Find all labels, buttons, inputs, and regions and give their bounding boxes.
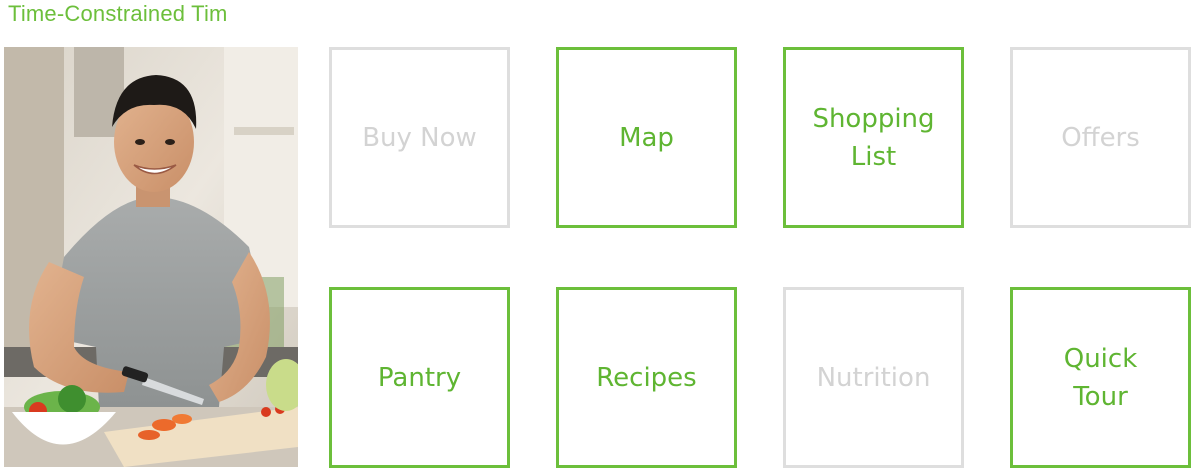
photo-illustration: [4, 47, 298, 467]
quick-tour-label: Quick Tour: [1063, 343, 1138, 412]
pantry-button[interactable]: Pantry: [329, 287, 510, 468]
shopping-list-label: Shopping List: [812, 103, 935, 172]
buy-now-button[interactable]: Buy Now: [329, 47, 510, 228]
map-button[interactable]: Map: [556, 47, 737, 228]
recipes-button[interactable]: Recipes: [556, 287, 737, 468]
offers-label: Offers: [1061, 122, 1140, 153]
nutrition-button[interactable]: Nutrition: [783, 287, 964, 468]
man-cooking-photo: [4, 47, 298, 467]
shopping-list-button[interactable]: Shopping List: [783, 47, 964, 228]
recipes-label: Recipes: [596, 362, 697, 393]
quick-tour-button[interactable]: Quick Tour: [1010, 287, 1191, 468]
offers-button[interactable]: Offers: [1010, 47, 1191, 228]
pantry-label: Pantry: [377, 362, 462, 393]
buy-now-label: Buy Now: [362, 122, 477, 153]
nutrition-label: Nutrition: [816, 362, 931, 393]
map-label: Map: [619, 122, 674, 153]
persona-title: Time-Constrained Tim: [8, 1, 228, 26]
